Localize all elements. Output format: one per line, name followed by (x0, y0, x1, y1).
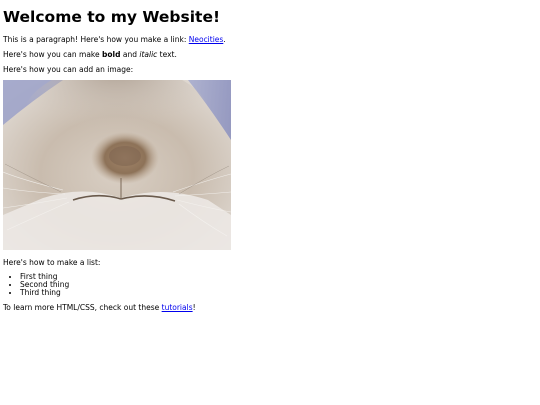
bullet-list: First thing Second thing Third thing (3, 273, 537, 297)
bold-text: bold (102, 50, 121, 59)
formatting-prefix: Here's how you can make (3, 50, 102, 59)
tutorials-suffix: ! (192, 303, 196, 312)
list-item: First thing (20, 273, 537, 281)
paragraph-formatting: Here's how you can make bold and italic … (3, 50, 537, 59)
paragraph-image-intro: Here's how you can add an image: (3, 65, 134, 74)
paragraph-text: This is a paragraph! Here's how you make… (3, 35, 189, 44)
paragraph-link: This is a paragraph! Here's how you make… (3, 35, 537, 44)
formatting-suffix: text. (157, 50, 177, 59)
page: Welcome to my Website! This is a paragra… (0, 0, 540, 405)
list-item: Second thing (20, 281, 537, 289)
neocities-link[interactable]: Neocities (189, 35, 224, 44)
tutorials-link[interactable]: tutorials (162, 303, 193, 312)
paragraph-list-intro: Here's how to make a list: (3, 258, 101, 267)
paragraph-suffix: . (223, 35, 226, 44)
rabbit-image (3, 80, 231, 250)
italic-text: italic (139, 50, 158, 59)
list-item: Third thing (20, 289, 537, 297)
page-title: Welcome to my Website! (3, 8, 221, 26)
tutorials-prefix: To learn more HTML/CSS, check out these (3, 303, 162, 312)
formatting-middle: and (120, 50, 140, 59)
paragraph-tutorials: To learn more HTML/CSS, check out these … (3, 303, 537, 312)
